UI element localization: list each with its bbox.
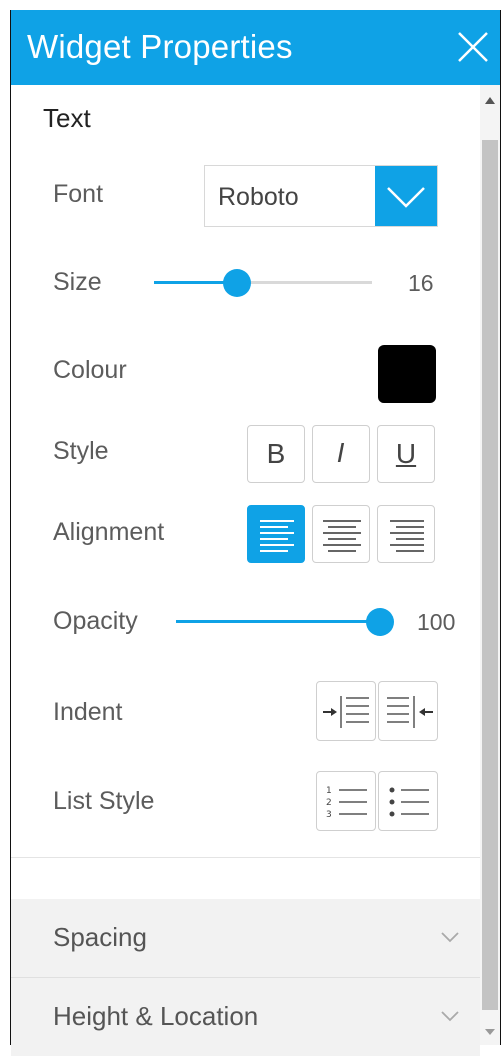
size-value: 16 [408, 270, 434, 296]
indent-label: Indent [53, 698, 123, 726]
list-style-label: List Style [53, 787, 155, 815]
italic-button[interactable]: I [312, 425, 370, 483]
accordion-spacing-label: Spacing [53, 922, 147, 952]
underline-icon: U [395, 438, 417, 469]
scrollbar-thumb[interactable] [482, 140, 498, 1010]
indent-increase-button[interactable] [316, 681, 376, 741]
svg-text:2: 2 [326, 798, 332, 808]
chevron-down-icon [441, 932, 459, 943]
bullet-list-icon [389, 787, 429, 817]
font-select[interactable]: Roboto [204, 165, 438, 227]
vertical-scrollbar[interactable] [480, 85, 500, 1045]
align-right-icon [390, 520, 424, 552]
accordion-spacing[interactable]: Spacing [11, 899, 480, 977]
section-divider [11, 857, 480, 858]
alignment-label: Alignment [53, 518, 165, 546]
bullet-list-button[interactable] [378, 771, 438, 831]
chevron-down-icon [441, 1011, 459, 1022]
align-right-button[interactable] [377, 505, 435, 563]
colour-label: Colour [53, 356, 127, 384]
opacity-slider-fill [176, 620, 380, 623]
font-label: Font [53, 180, 104, 208]
align-center-icon [323, 520, 361, 552]
font-select-value: Roboto [218, 183, 299, 211]
svg-text:1: 1 [326, 786, 332, 796]
section-title-text: Text [43, 103, 91, 133]
opacity-label: Opacity [53, 607, 138, 635]
svg-text:3: 3 [326, 810, 332, 820]
panel-title: Widget Properties [27, 28, 293, 65]
close-icon[interactable] [456, 30, 490, 64]
size-slider-handle[interactable] [223, 269, 251, 297]
accordion-height-location-label: Height & Location [53, 1001, 259, 1031]
numbered-list-icon: 1 2 3 [326, 786, 367, 820]
align-left-icon [260, 520, 294, 552]
underline-button[interactable]: U [377, 425, 435, 483]
opacity-slider-handle[interactable] [366, 608, 394, 636]
indent-decrease-icon [387, 696, 433, 728]
style-label: Style [53, 437, 109, 465]
italic-icon: I [337, 439, 345, 469]
scroll-down-arrow-icon[interactable] [485, 1029, 495, 1035]
bold-button[interactable]: B [247, 425, 305, 483]
widget-properties-panel: Widget Properties Text Font Roboto Size … [10, 10, 501, 1056]
font-dropdown-button[interactable] [375, 166, 437, 226]
opacity-value: 100 [417, 609, 456, 635]
scroll-up-arrow-icon[interactable] [485, 97, 495, 104]
chevron-down-icon [387, 187, 425, 208]
panel-header: Widget Properties [11, 10, 500, 85]
indent-increase-icon [323, 696, 369, 728]
indent-decrease-button[interactable] [378, 681, 438, 741]
align-center-button[interactable] [312, 505, 370, 563]
numbered-list-button[interactable]: 1 2 3 [316, 771, 376, 831]
colour-swatch[interactable] [378, 345, 436, 403]
size-label: Size [53, 268, 102, 296]
bold-icon: B [266, 438, 286, 469]
align-left-button[interactable] [247, 505, 305, 563]
panel-content: Text Font Roboto Size 16 Colour Style B … [11, 85, 480, 1056]
accordion-height-location[interactable]: Height & Location [11, 978, 480, 1056]
